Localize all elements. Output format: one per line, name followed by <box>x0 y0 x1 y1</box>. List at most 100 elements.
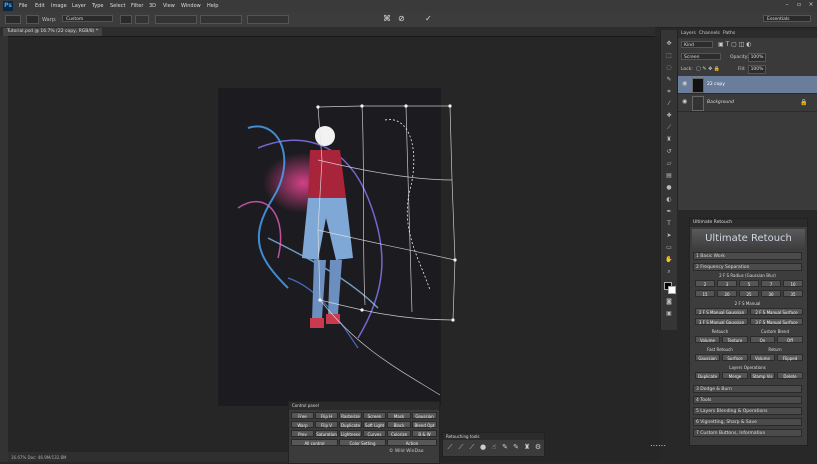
crop-tool-icon[interactable]: ⌗ <box>665 88 673 95</box>
fast-gaussian-button[interactable]: Gaussian <box>695 354 720 361</box>
duplicate-layer-button[interactable]: Duplicate <box>339 421 362 428</box>
pencil-icon[interactable]: ✎ <box>501 443 509 451</box>
section-custom-buttons[interactable]: 7 Custom Buttons, Information <box>693 429 802 437</box>
colorize-button[interactable]: Colorize <box>387 430 411 437</box>
screen-mode-icon[interactable]: ▣ <box>665 310 673 317</box>
stamp-icon[interactable]: ♜ <box>523 443 531 451</box>
pen-tool-icon[interactable]: ✒ <box>665 208 673 215</box>
move-tool-icon[interactable]: ✥ <box>665 40 673 47</box>
blur-tool-icon[interactable]: ● <box>665 184 673 191</box>
fs-manual-surface-3-button[interactable]: 3 F S Manual Surface <box>750 318 803 325</box>
warp-button[interactable]: Warp <box>291 421 314 428</box>
layer-row-22-copy[interactable]: ◉ 22 copy <box>678 76 817 94</box>
blend-options-button[interactable]: Blend Opt <box>412 421 437 428</box>
saturation-button[interactable]: Saturation <box>315 430 338 437</box>
section-vignetting[interactable]: 6 Vignetting, Sharp & Save <box>693 418 802 426</box>
curves-button[interactable]: Curves <box>363 430 386 437</box>
return-flipped-button[interactable]: Flipped <box>777 354 803 361</box>
visibility-eye-icon[interactable]: ◉ <box>682 81 688 87</box>
marquee-tool-icon[interactable]: ⬚ <box>665 52 673 59</box>
opacity-input[interactable]: 100% <box>748 53 766 62</box>
radius-button-15[interactable]: 15 <box>695 290 715 297</box>
delete-button[interactable]: Delete <box>777 372 803 379</box>
zoom-tool-icon[interactable]: ⌕ <box>665 268 673 275</box>
type-tool-icon[interactable]: T <box>665 220 673 227</box>
fast-surface-button[interactable]: Surface <box>722 354 748 361</box>
mask-button[interactable]: Mask <box>387 412 411 419</box>
brush-tool-icon[interactable]: ⟋ <box>665 124 673 131</box>
rectangle-tool-icon[interactable]: ▭ <box>665 244 673 251</box>
quick-mask-icon[interactable]: ◙ <box>665 298 673 305</box>
blend-on-button[interactable]: On <box>750 336 775 343</box>
visibility-eye-icon[interactable]: ◉ <box>682 99 688 105</box>
brush-icon[interactable]: ⟋ <box>468 443 476 451</box>
filter-kind-select[interactable]: Kind <box>681 41 713 48</box>
lasso-tool-icon[interactable]: ◌ <box>665 64 673 71</box>
healing-brush-icon[interactable]: ✚ <box>665 112 673 119</box>
prev-button[interactable]: Prev <box>291 430 314 437</box>
brush-icon[interactable]: ⟋ <box>457 443 465 451</box>
section-dodge-burn[interactable]: 3 Dodge & Burn <box>693 385 802 393</box>
history-brush-icon[interactable]: ↺ <box>665 148 673 155</box>
section-tools[interactable]: 4 Tools <box>693 396 802 404</box>
black-white-button[interactable]: B & W <box>412 430 437 437</box>
stamp-visible-button[interactable]: Stamp Vis <box>750 372 775 379</box>
radius-button-20[interactable]: 20 <box>717 290 737 297</box>
radius-button-3[interactable]: 3 <box>717 280 737 287</box>
retouch-texture-button[interactable]: Texture <box>722 336 748 343</box>
brush-icon[interactable]: ⟋ <box>446 443 454 451</box>
fs-manual-gaussian-2-button[interactable]: 2 F S Manual Gaussian <box>695 308 748 315</box>
radius-button-2[interactable]: 2 <box>695 280 715 287</box>
color-setting-button[interactable]: Color Setting <box>339 439 386 446</box>
action-button[interactable]: Action <box>387 439 437 446</box>
radius-button-5[interactable]: 5 <box>739 280 759 287</box>
radius-button-7[interactable]: 7 <box>761 280 781 287</box>
status-text: 16.67% Doc: 46.9M/132.8M <box>11 455 67 460</box>
soft-light-button[interactable]: Soft Light <box>363 421 386 428</box>
radius-button-35[interactable]: 35 <box>783 290 803 297</box>
radius-button-10[interactable]: 10 <box>783 280 803 287</box>
tab-channels[interactable]: Channels <box>699 31 720 36</box>
smudge-icon[interactable]: ☝ <box>490 443 498 451</box>
lightness-button[interactable]: Lightness <box>339 430 362 437</box>
quick-select-icon[interactable]: ✎ <box>665 76 673 83</box>
section-basic-work[interactable]: 1 Basic Work <box>693 252 802 260</box>
fill-input[interactable]: 100% <box>748 65 766 74</box>
background-color-swatch[interactable] <box>668 286 676 294</box>
radius-button-30[interactable]: 30 <box>761 290 781 297</box>
retouch-volume-button[interactable]: Volume <box>695 336 720 343</box>
blend-off-button[interactable]: Off <box>777 336 803 343</box>
flip-h-button[interactable]: Flip H <box>315 412 338 419</box>
layer-row-background[interactable]: ◉ Background 🔒 <box>678 94 817 112</box>
section-layers-blending[interactable]: 5 Layers Blending & Operations <box>693 407 802 415</box>
gaussian-button[interactable]: Gaussian <box>412 412 437 419</box>
pencil-icon[interactable]: ✎ <box>512 443 520 451</box>
fs-manual-gaussian-3-button[interactable]: 3 F S Manual Gaussian <box>695 318 748 325</box>
blend-mode-select[interactable]: Screen <box>681 53 721 60</box>
settings-icon[interactable]: ⚙ <box>534 443 542 451</box>
merge-button[interactable]: Merge <box>722 372 748 379</box>
black-mask-button[interactable]: Black Mask <box>387 421 411 435</box>
screen-button[interactable]: Screen <box>363 412 386 419</box>
free-transform-button[interactable]: Free Transf <box>291 412 314 426</box>
hand-tool-icon[interactable]: ✋ <box>665 256 673 263</box>
duplicate-button[interactable]: Duplicate <box>695 372 720 379</box>
gradient-tool-icon[interactable]: ▤ <box>665 172 673 179</box>
rasterize-button[interactable]: Rasterize <box>339 412 362 419</box>
tab-layers[interactable]: Layers <box>681 31 696 36</box>
eraser-icon[interactable]: ▱ <box>665 160 673 167</box>
flip-v-button[interactable]: Flip V <box>315 421 338 428</box>
path-select-icon[interactable]: ➤ <box>665 232 673 239</box>
blur-icon[interactable]: ● <box>479 443 487 451</box>
return-volume-button[interactable]: Volume <box>750 354 775 361</box>
lock-icons[interactable]: ▢ ✎ ✥ 🔒 <box>696 66 720 72</box>
dodge-tool-icon[interactable]: ◐ <box>665 196 673 203</box>
clone-stamp-icon[interactable]: ♜ <box>665 136 673 143</box>
all-control-button[interactable]: All control <box>291 439 338 446</box>
filter-icons[interactable]: ▣ T ▢ ◫ ◐ <box>718 41 752 48</box>
radius-button-25[interactable]: 25 <box>739 290 759 297</box>
eyedropper-icon[interactable]: ⁄ <box>665 100 673 107</box>
section-frequency[interactable]: 2 Frequency Separation <box>693 263 802 271</box>
fs-manual-surface-2-button[interactable]: 2 F S Manual Surface <box>750 308 803 315</box>
tab-paths[interactable]: Paths <box>723 31 735 36</box>
